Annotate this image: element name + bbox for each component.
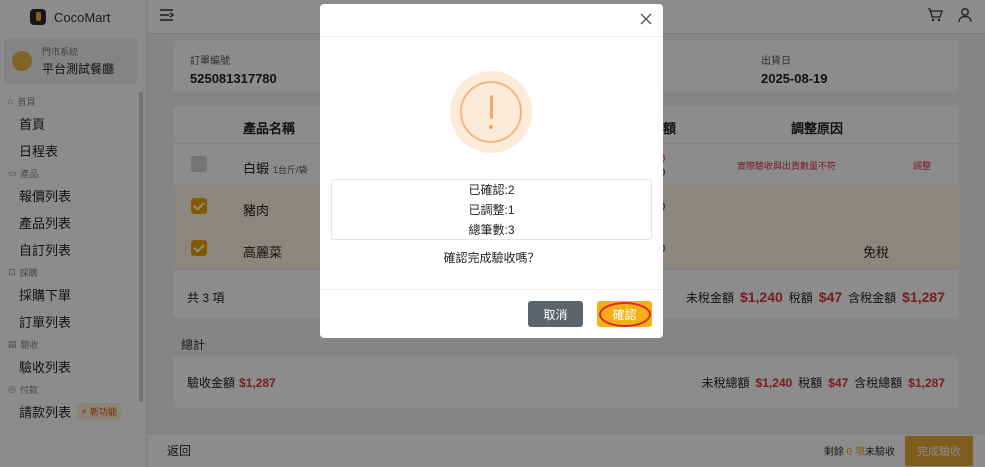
- confirmed-count: 已確認:2: [468, 183, 515, 197]
- confirm-dialog: 已確認:2 已調整:1 總筆數:3 確認完成驗收嗎？ 取消 確認: [320, 4, 663, 338]
- close-icon[interactable]: [639, 12, 653, 26]
- adjusted-count: 已調整:1: [468, 203, 515, 217]
- total-count: 總筆數:3: [468, 223, 515, 237]
- dialog-footer-divider: [320, 289, 663, 290]
- exclamation-icon: [460, 81, 522, 143]
- confirm-button[interactable]: 確認: [597, 301, 652, 327]
- confirm-button-label: 確認: [612, 307, 637, 322]
- dialog-header-divider: [320, 36, 663, 37]
- confirm-question: 確認完成驗收嗎？: [443, 251, 540, 265]
- confirm-stats-box: 已確認:2 已調整:1 總筆數:3: [331, 179, 652, 240]
- warning-icon: [450, 71, 532, 153]
- cancel-button[interactable]: 取消: [528, 301, 583, 327]
